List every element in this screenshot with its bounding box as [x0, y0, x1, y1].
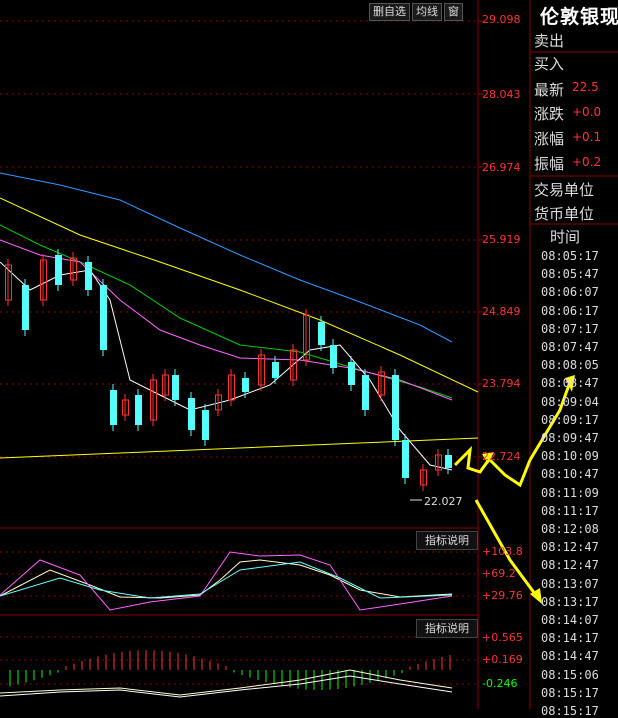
- tick-time: 08:11:09: [541, 485, 599, 500]
- indicator2-tick: -0.246: [482, 677, 518, 690]
- tick-time: 08:15:17: [541, 704, 599, 718]
- indicator1-tick: +103.8: [482, 545, 523, 558]
- remove-watchlist-button[interactable]: 删自选: [369, 3, 410, 21]
- ma-line-blue: [0, 172, 453, 343]
- quote-label: 卖出: [534, 32, 565, 50]
- indicator1-tick: +69.2: [482, 567, 516, 580]
- price-tick: 29.098: [482, 13, 521, 26]
- indicator1-explain-button[interactable]: 指标说明: [416, 531, 478, 550]
- price-tick: 26.974: [482, 161, 521, 174]
- price-tick: 22.724: [482, 450, 521, 463]
- ma-line-white: [0, 261, 453, 471]
- quote-row-sell: 卖出2: [534, 30, 564, 51]
- macd-line: [0, 675, 453, 698]
- tick-time: 08:11:17: [541, 503, 599, 518]
- quote-label: 涨跌: [534, 105, 565, 123]
- indicator2-tick: +0.169: [482, 653, 523, 666]
- window-button[interactable]: 窗: [444, 3, 463, 21]
- candle-body: [392, 375, 399, 440]
- quote-value: +0.2: [572, 155, 602, 169]
- candle-body: [402, 440, 409, 478]
- candle-body: [272, 362, 279, 378]
- annotation-arrow: [488, 458, 532, 488]
- tick-time: 08:10:09: [541, 449, 599, 464]
- candle-body: [100, 285, 107, 350]
- trend-line-upper: [0, 197, 479, 393]
- candle-body: [362, 375, 369, 410]
- osc1-line: [0, 559, 453, 599]
- candle-body: [348, 362, 355, 385]
- candle-body: [85, 262, 92, 290]
- tick-time: 08:08:05: [541, 358, 599, 373]
- tick-time: 08:10:47: [541, 467, 599, 482]
- tick-time: 08:08:47: [541, 376, 599, 391]
- quote-value: 22.5: [572, 80, 599, 94]
- candle-body: [242, 378, 249, 392]
- tick-time: 08:12:47: [541, 558, 599, 573]
- quote-label: 最新: [534, 81, 565, 99]
- tick-time: 08:06:17: [541, 303, 599, 318]
- tick-time: 08:13:17: [541, 594, 599, 609]
- candle-body: [188, 398, 195, 430]
- instrument-title: 伦敦银现: [540, 6, 618, 28]
- tick-time: 08:12:47: [541, 540, 599, 555]
- tick-time: 08:14:47: [541, 649, 599, 664]
- price-tick: 23.794: [482, 377, 521, 390]
- osc1-line: [0, 551, 453, 611]
- indicator2-tick: +0.565: [482, 631, 523, 644]
- quote-label: 涨幅: [534, 130, 565, 148]
- price-tick: 25.919: [482, 233, 521, 246]
- tick-time: 08:06:07: [541, 285, 599, 300]
- tick-time: 08:07:17: [541, 321, 599, 336]
- tick-time: 08:05:47: [541, 267, 599, 282]
- tick-time: 08:14:17: [541, 631, 599, 646]
- candle-body: [202, 410, 209, 440]
- price-tick: 28.043: [482, 88, 521, 101]
- quote-row-amplitude: 振幅 +0.2: [534, 153, 601, 174]
- candle-body: [110, 390, 117, 425]
- candle-body: [55, 255, 62, 285]
- price-tick: 24.849: [482, 305, 521, 318]
- quote-label: 买入: [534, 55, 565, 73]
- quote-label: 振幅: [534, 155, 565, 173]
- tick-time: 08:14:07: [541, 613, 599, 627]
- indicator2-explain-button[interactable]: 指标说明: [416, 619, 478, 638]
- candle-body: [172, 375, 179, 400]
- candle-body: [318, 322, 325, 345]
- moving-average-button[interactable]: 均线: [412, 3, 442, 21]
- quote-value: +0.1: [572, 130, 602, 144]
- tick-time: 08:12:08: [541, 522, 599, 536]
- currency-unit-label: 货币单位: [534, 205, 595, 223]
- tick-time: 08:13:07: [541, 576, 599, 591]
- chart-toolbar: 删自选 均线 窗: [369, 3, 463, 21]
- tick-time: 08:09:17: [541, 412, 599, 427]
- tick-time: 08:05:17: [541, 249, 599, 263]
- candle-body: [22, 285, 29, 330]
- tick-time: 08:09:04: [541, 394, 599, 409]
- tick-time: 08:15:17: [541, 685, 599, 700]
- quote-value: +0.0: [572, 105, 602, 119]
- candle-body: [330, 345, 337, 368]
- tick-time: 08:07:47: [541, 340, 599, 354]
- candle-body: [445, 455, 452, 468]
- quote-row-change: 涨跌 +0.0: [534, 103, 601, 124]
- time-column-header: 时间: [550, 228, 581, 246]
- trading-unit-label: 交易单位: [534, 181, 595, 199]
- candle-body: [135, 395, 142, 425]
- osc1-line: [0, 561, 453, 599]
- low-price-label: 22.027: [424, 495, 463, 508]
- tick-time: 08:09:47: [541, 431, 599, 445]
- quote-row-change-pct: 涨幅 +0.1: [534, 128, 601, 149]
- tick-time: 08:15:06: [541, 667, 599, 682]
- quote-row-buy: 买入2: [534, 53, 564, 74]
- indicator1-tick: +29.76: [482, 589, 523, 602]
- quote-row-last: 最新 22.5: [534, 79, 599, 100]
- kline-chart[interactable]: [0, 0, 618, 709]
